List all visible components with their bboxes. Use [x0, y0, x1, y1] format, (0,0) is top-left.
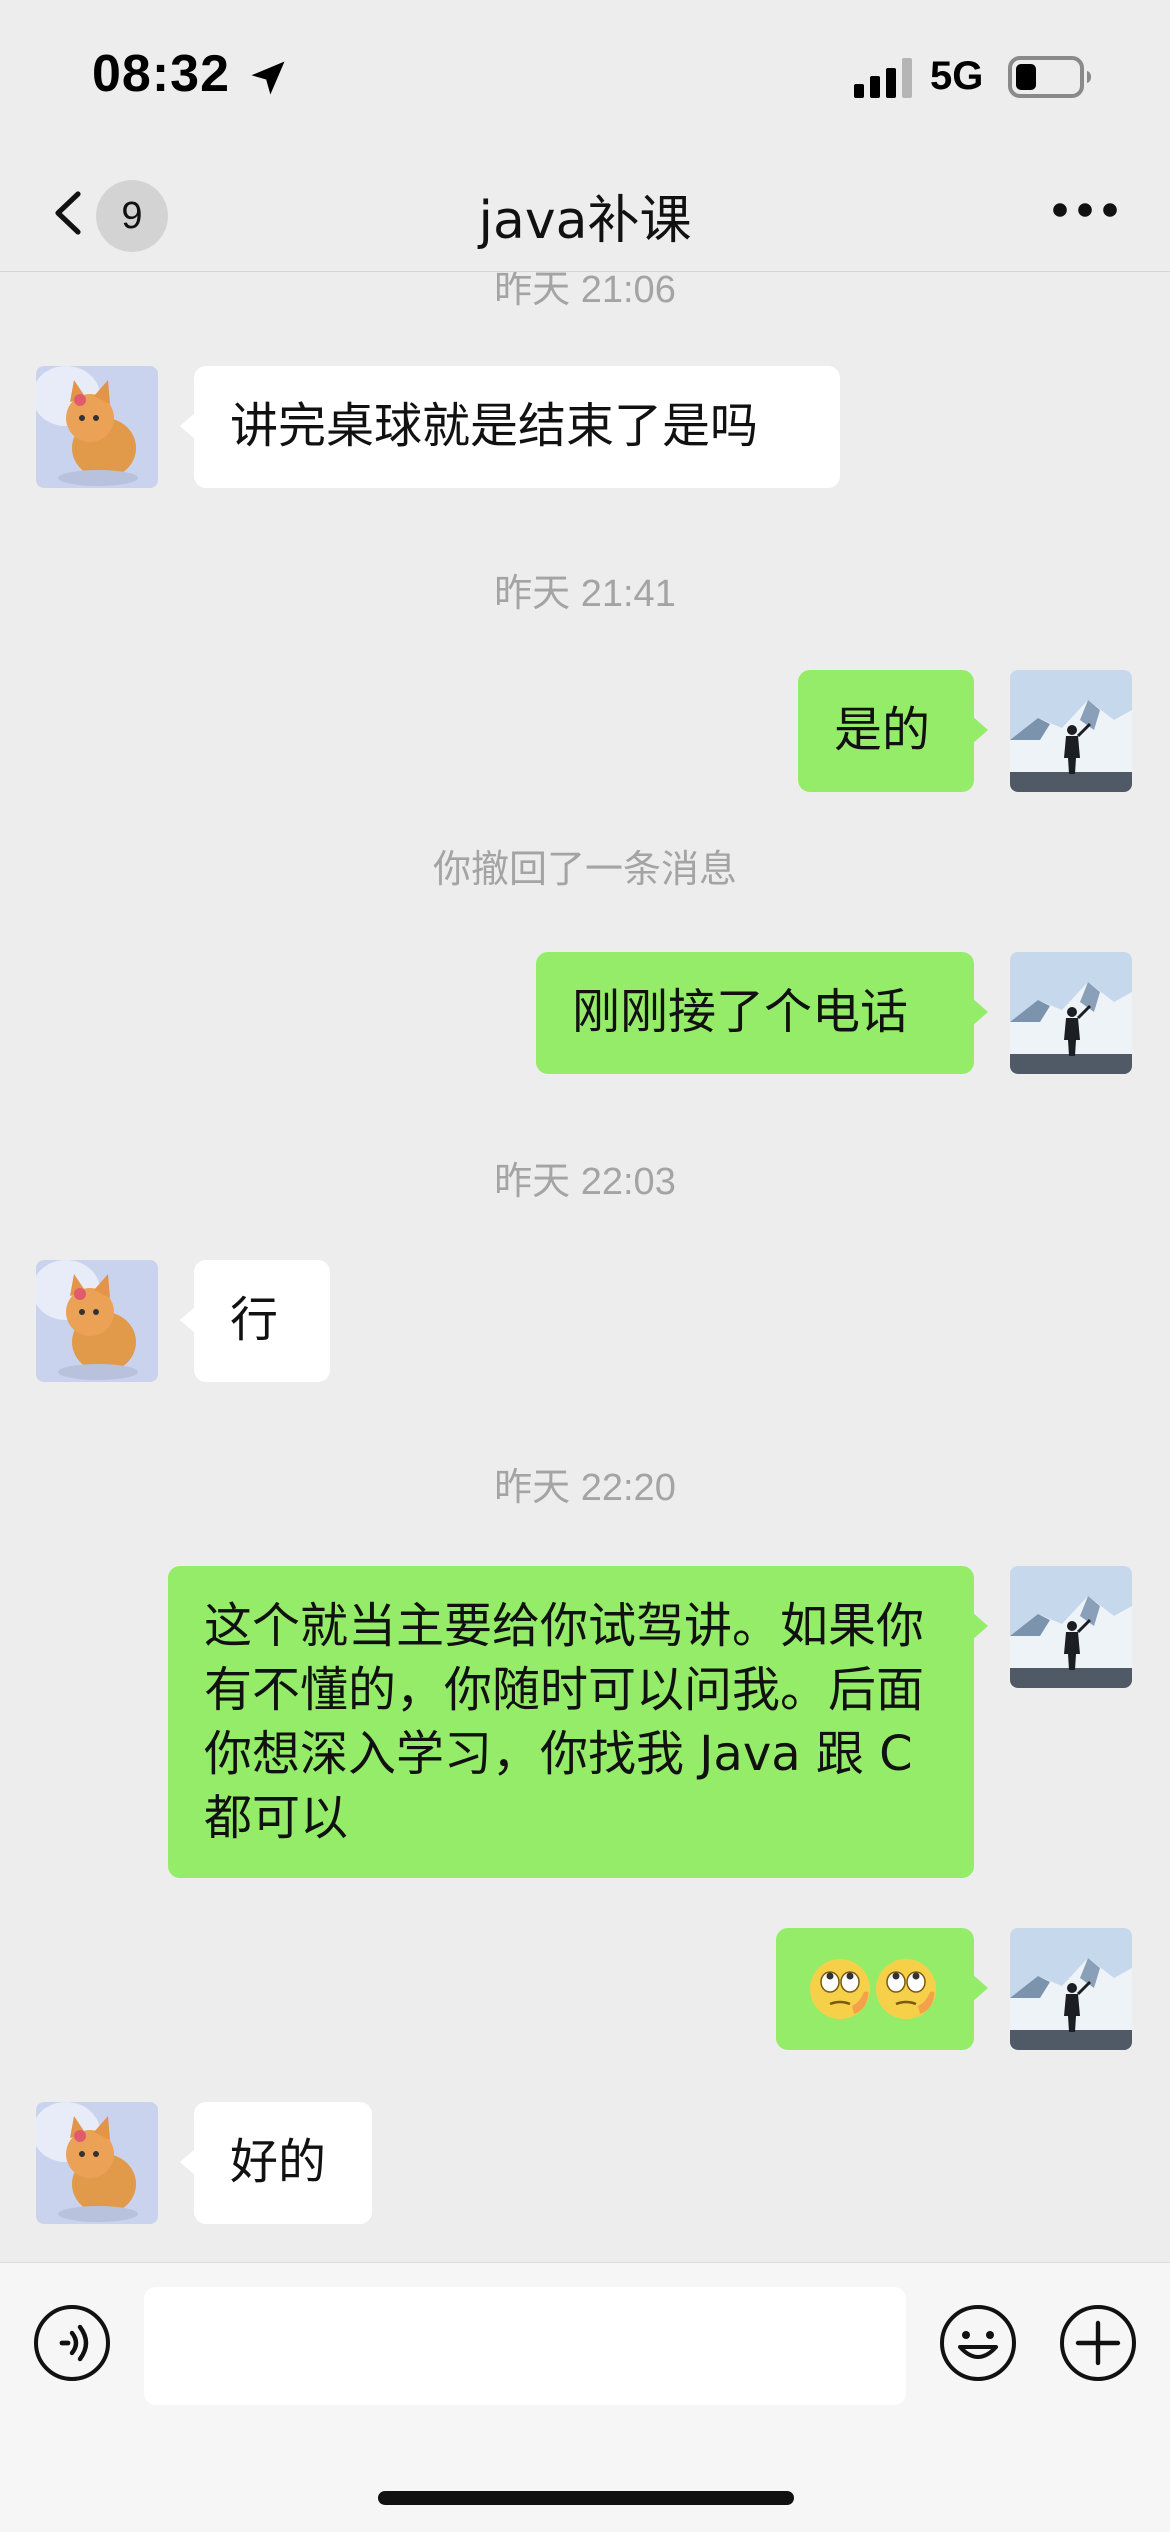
signal-icon — [854, 58, 912, 98]
battery-icon — [1008, 56, 1091, 98]
message-bubble-received[interactable]: 讲完桌球就是结束了是吗 — [180, 366, 840, 488]
contact-avatar[interactable] — [36, 2102, 158, 2224]
self-avatar[interactable] — [1010, 1928, 1132, 2050]
status-time: 08:32 — [92, 45, 230, 103]
nav-bar: 9 java补课 — [0, 150, 1170, 272]
timestamp: 昨天 22:20 — [494, 1467, 676, 1509]
system-message-recalled: 你撤回了一条消息 — [432, 847, 737, 891]
plus-icon[interactable] — [1058, 2303, 1138, 2383]
home-indicator — [378, 2491, 794, 2505]
self-avatar[interactable] — [1010, 952, 1132, 1074]
message-bubble-received[interactable]: 好的 — [180, 2102, 372, 2224]
message-input[interactable] — [144, 2287, 906, 2405]
input-bar — [0, 2262, 1170, 2532]
more-icon[interactable] — [1050, 190, 1120, 230]
timestamp: 昨天 21:41 — [494, 573, 676, 615]
chat-title: java补课 — [478, 191, 692, 251]
status-bar: 08:32 5G — [0, 0, 1170, 150]
message-bubble-received[interactable]: 行 — [180, 1260, 330, 1382]
message-bubble-sent[interactable]: 是的 — [798, 670, 988, 792]
message-bubble-sent[interactable]: 刚刚接了个电话 — [536, 952, 988, 1074]
contact-avatar[interactable] — [36, 366, 158, 488]
self-avatar[interactable] — [1010, 670, 1132, 792]
timestamp: 昨天 22:03 — [494, 1161, 676, 1203]
emoji-icon[interactable] — [938, 2303, 1018, 2383]
message-bubble-sent[interactable]: 这个就当主要给你试驾讲。如果你有不懂的，你随时可以问我。后面你想深入学习，你找我… — [168, 1566, 988, 1878]
voice-icon[interactable] — [32, 2303, 112, 2383]
eye-roll-emoji-icon — [810, 1959, 936, 2019]
network-type: 5G — [930, 54, 984, 98]
message-list[interactable]: 昨天 21:06 讲完桌球就是结束了是吗 昨天 21:41 是的 你撤回了一条消… — [0, 272, 1170, 2262]
location-arrow-icon — [251, 61, 285, 95]
timestamp: 昨天 21:06 — [494, 272, 676, 311]
message-bubble-sent-emoji[interactable] — [776, 1928, 988, 2050]
self-avatar[interactable] — [1010, 1566, 1132, 1688]
contact-avatar[interactable] — [36, 1260, 158, 1382]
